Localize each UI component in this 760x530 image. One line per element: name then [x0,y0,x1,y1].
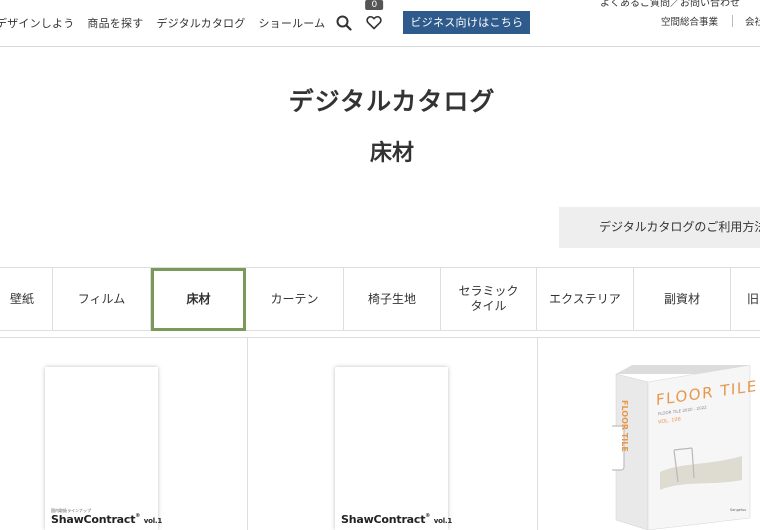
catalog-cover-shaw-1[interactable]: 国内取扱ラインナップ ShawContract® vol.1 [45,367,162,530]
cover-brand: ShawContract® vol.1 [341,513,453,526]
utility-links: 空間総合事業 会社 [661,14,760,28]
svg-text:FLOOR TILE: FLOOR TILE [620,400,629,452]
cover-brand: ShawContract® vol.1 [51,513,163,526]
catalog-cover-floor-tile[interactable]: FLOOR TILE FLOOR TILE FLOOR TILE 2020 - … [609,362,758,530]
tab-chair-fabric[interactable]: 椅子生地 [344,268,441,330]
favorite-count-badge: 0 [365,0,384,10]
tab-curtain[interactable]: カーテン [246,268,344,330]
tab-flooring[interactable]: 床材 [151,268,246,331]
site-header: デザインしよう 商品を探す デジタルカタログ ショールーム 0 ビジネス向けはこ… [0,0,760,47]
catalog-cover-shaw-2[interactable]: ShawContract® vol.1 [335,367,452,530]
tab-old[interactable]: 旧 [731,268,760,330]
divider [732,15,734,27]
faq-contact-link[interactable]: よくあるご質問／お問い合わせ [600,0,740,9]
space-business-link[interactable]: 空間総合事業 [661,14,718,28]
search-icon[interactable] [333,12,355,34]
divider [537,338,538,530]
tab-exterior[interactable]: エクステリア [537,268,634,330]
nav-digital-catalog[interactable]: デジタルカタログ [156,15,245,31]
tab-wallpaper[interactable]: 壁紙 [0,268,53,330]
usage-guide-button[interactable]: デジタルカタログのご利用方法 [559,207,760,248]
floor-tile-maker: Sangetsu [730,508,747,512]
page-subtitle: 床材 [369,141,414,166]
page-title: デジタルカタログ [288,87,496,116]
nav-showroom[interactable]: ショールーム [258,15,325,31]
tab-ceramic-tile[interactable]: セラミック タイル [441,268,537,330]
global-nav: デザインしよう 商品を探す デジタルカタログ ショールーム 0 ビジネス向けはこ… [0,0,531,34]
nav-products[interactable]: 商品を探す [87,15,143,31]
company-link[interactable]: 会社 [745,14,760,28]
nav-design[interactable]: デザインしよう [0,15,74,31]
heart-icon [366,16,383,30]
business-button[interactable]: ビジネス向けはこちら [403,11,531,34]
tab-sub-materials[interactable]: 副資材 [634,268,731,330]
divider [247,338,248,530]
favorites-button[interactable]: 0 [363,0,385,34]
category-tabs: 壁紙 フィルム 床材 カーテン 椅子生地 セラミック タイル エクステリア 副資… [0,267,760,331]
tab-film[interactable]: フィルム [53,268,151,330]
